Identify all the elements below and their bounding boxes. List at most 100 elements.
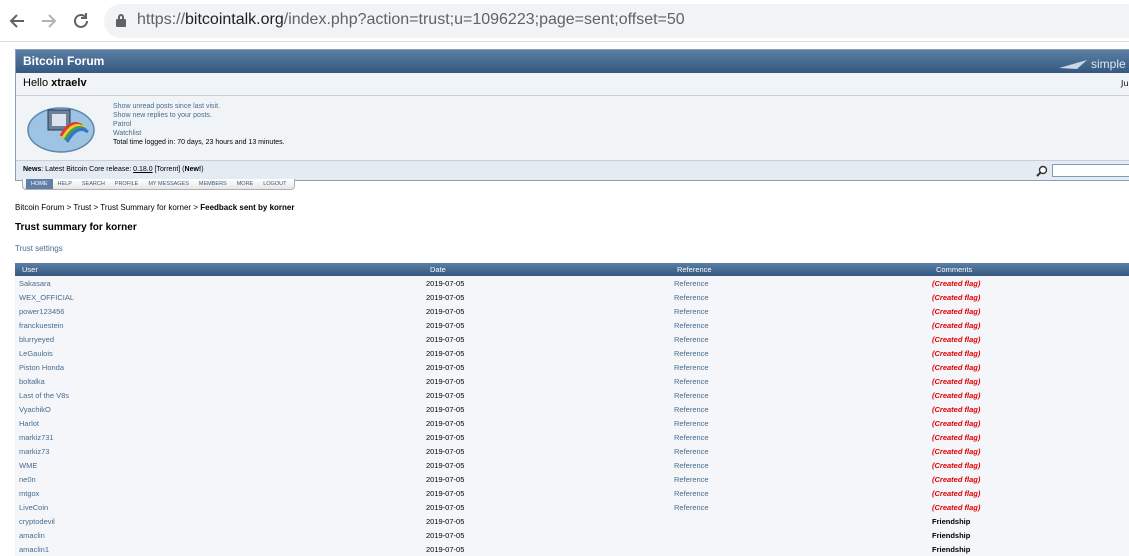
comment-cell: (Created flag) <box>932 363 981 372</box>
user-link[interactable]: Last of the V8s <box>19 391 69 400</box>
date-cell: 2019-07-05 <box>426 475 465 484</box>
reference-link[interactable]: Reference <box>674 377 709 386</box>
date-cell: 2019-07-05 <box>426 321 465 330</box>
user-link[interactable]: boltalka <box>19 377 45 386</box>
reference-link[interactable]: Reference <box>674 489 709 498</box>
user-greeting-row: Hello xtraelv Ju <box>16 73 1129 96</box>
user-link[interactable]: LeGaulois <box>19 349 53 358</box>
user-link[interactable]: Piston Honda <box>19 363 64 372</box>
header-reference: Reference <box>677 265 712 274</box>
user-link[interactable]: mtgox <box>19 489 39 498</box>
user-links: Show unread posts since last visit. Show… <box>113 102 285 147</box>
reference-link[interactable]: Reference <box>674 461 709 470</box>
smf-logo-icon <box>1059 60 1087 69</box>
breadcrumb-forum[interactable]: Bitcoin Forum <box>15 203 64 212</box>
table-row: LiveCoin 2019-07-05 Reference (Created flag… <box>15 500 1129 514</box>
date-cell: 2019-07-05 <box>426 461 465 470</box>
title-bar: Bitcoin Forum simple <box>16 50 1129 73</box>
menu-my-messages[interactable]: MY MESSAGES <box>143 179 194 189</box>
reference-link[interactable]: Reference <box>674 321 709 330</box>
comment-cell: (Created flag) <box>932 279 981 288</box>
forward-arrow-icon[interactable] <box>38 10 60 32</box>
unread-posts-link[interactable]: Show unread posts since last visit. <box>113 102 285 111</box>
user-link[interactable]: markiz73 <box>19 447 49 456</box>
comment-cell: (Created flag) <box>932 335 981 344</box>
page-title: Trust summary for korner <box>15 222 137 233</box>
reference-link[interactable]: Reference <box>674 391 709 400</box>
reference-link[interactable]: Reference <box>674 419 709 428</box>
user-link[interactable]: amaclin <box>19 531 45 540</box>
forum-header: Bitcoin Forum simple Hello xtraelv Ju Sh… <box>15 49 1129 181</box>
user-link[interactable]: Harlot <box>19 419 39 428</box>
user-link[interactable]: Sakasara <box>19 279 51 288</box>
menu-more[interactable]: MORE <box>232 179 259 189</box>
date-cell: 2019-07-05 <box>426 531 465 540</box>
date-cell: 2019-07-05 <box>426 391 465 400</box>
search-icon[interactable] <box>1036 165 1048 177</box>
table-row: ne0n 2019-07-05 Reference (Created flag) <box>15 472 1129 486</box>
date-cell: 2019-07-05 <box>426 433 465 442</box>
menu-home[interactable]: HOME <box>26 179 53 189</box>
reference-link[interactable]: Reference <box>674 279 709 288</box>
reference-link[interactable]: Reference <box>674 307 709 316</box>
watchlist-link[interactable]: Watchlist <box>113 129 285 138</box>
table-row: VyachikO 2019-07-05 Reference (Created flag… <box>15 402 1129 416</box>
comment-cell: (Created flag) <box>932 307 981 316</box>
table-row: boltalka 2019-07-05 Reference (Created flag… <box>15 374 1129 388</box>
patrol-link[interactable]: Patrol <box>113 120 285 129</box>
breadcrumb-trust-summary[interactable]: Trust Summary for korner <box>100 203 191 212</box>
user-link[interactable]: franckuestein <box>19 321 64 330</box>
comment-cell: (Created flag) <box>932 419 981 428</box>
menu-profile[interactable]: PROFILE <box>110 179 144 189</box>
user-link[interactable]: amaclin1 <box>19 545 49 554</box>
user-link[interactable]: markiz731 <box>19 433 54 442</box>
date-cell: 2019-07-05 <box>426 349 465 358</box>
table-row: WEX_OFFICIAL 2019-07-05 Reference (Created … <box>15 290 1129 304</box>
reference-link[interactable]: Reference <box>674 503 709 512</box>
user-link[interactable]: cryptodevil <box>19 517 55 526</box>
core-release-link[interactable]: 0.18.0 <box>133 166 152 173</box>
user-link[interactable]: blurryeyed <box>19 335 54 344</box>
reference-link[interactable]: Reference <box>674 433 709 442</box>
user-link[interactable]: LiveCoin <box>19 503 48 512</box>
date-cell: 2019-07-05 <box>426 279 465 288</box>
breadcrumb-trust[interactable]: Trust <box>73 203 91 212</box>
new-replies-link[interactable]: Show new replies to your posts. <box>113 111 285 120</box>
user-link[interactable]: power123456 <box>19 307 64 316</box>
menu-search[interactable]: SEARCH <box>77 179 110 189</box>
table-row: power123456 2019-07-05 Reference (Created f… <box>15 304 1129 318</box>
trust-settings-link[interactable]: Trust settings <box>15 244 63 253</box>
back-arrow-icon[interactable] <box>6 10 28 32</box>
reference-link[interactable]: Reference <box>674 335 709 344</box>
user-link[interactable]: WEX_OFFICIAL <box>19 293 74 302</box>
reference-link[interactable]: Reference <box>674 363 709 372</box>
comment-cell: (Created flag) <box>932 391 981 400</box>
reference-link[interactable]: Reference <box>674 293 709 302</box>
user-link[interactable]: WME <box>19 461 37 470</box>
greeting: Hello xtraelv <box>23 77 87 89</box>
menu-members[interactable]: MEMBERS <box>194 179 232 189</box>
trust-table: User Date Reference Comments Sakasara 201… <box>15 263 1129 556</box>
reload-icon[interactable] <box>70 10 92 32</box>
comment-cell: (Created flag) <box>932 433 981 442</box>
table-row: markiz731 2019-07-05 Reference (Created fla… <box>15 430 1129 444</box>
reference-link[interactable]: Reference <box>674 447 709 456</box>
header-date: Date <box>430 265 446 274</box>
menu-logout[interactable]: LOGOUT <box>258 179 291 189</box>
torrent-link[interactable]: [Torrent] <box>155 166 181 173</box>
menu-help[interactable]: HELP <box>53 179 77 189</box>
address-bar[interactable]: https://bitcointalk.org/index.php?action… <box>104 4 1129 38</box>
reference-link[interactable]: Reference <box>674 349 709 358</box>
comment-cell: (Created flag) <box>932 293 981 302</box>
reference-link[interactable]: Reference <box>674 405 709 414</box>
date-cell: 2019-07-05 <box>426 405 465 414</box>
comment-cell: (Created flag) <box>932 503 981 512</box>
url-text[interactable]: https://bitcointalk.org/index.php?action… <box>137 11 685 29</box>
reference-link[interactable]: Reference <box>674 475 709 484</box>
table-body: Sakasara 2019-07-05 Reference (Created flag… <box>15 276 1129 556</box>
comment-cell: (Created flag) <box>932 447 981 456</box>
user-link[interactable]: VyachikO <box>19 405 51 414</box>
breadcrumb: Bitcoin Forum > Trust > Trust Summary fo… <box>15 203 295 212</box>
search-input[interactable] <box>1052 164 1129 177</box>
user-link[interactable]: ne0n <box>19 475 36 484</box>
